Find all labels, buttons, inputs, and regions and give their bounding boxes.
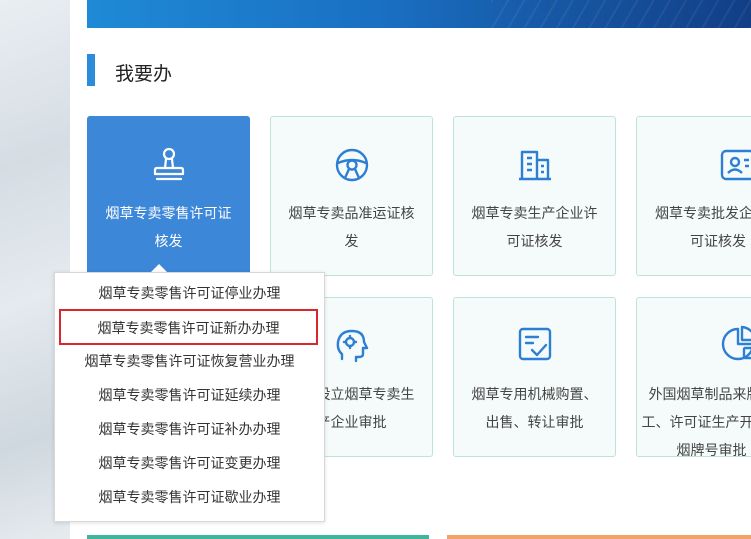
card-label: 烟草专用机械购置、出售、转让审批 — [471, 387, 598, 431]
dropdown-arrow — [151, 264, 167, 272]
pie-chart-icon — [721, 325, 751, 361]
card-retail-license[interactable]: 烟草专卖零售许可证核发 — [87, 116, 250, 276]
submenu-item-change[interactable]: 烟草专卖零售许可证变更办理 — [55, 447, 324, 481]
card-machinery-approval[interactable]: 烟草专用机械购置、出售、转让审批 — [453, 297, 616, 457]
retail-license-submenu: 烟草专卖零售许可证停业办理 烟草专卖零售许可证新办办理 烟草专卖零售许可证恢复营… — [54, 272, 325, 522]
submenu-item-renew[interactable]: 烟草专卖零售许可证延续办理 — [55, 379, 324, 413]
submenu-item-close[interactable]: 烟草专卖零售许可证歇业办理 — [55, 481, 324, 515]
submenu-item-resume[interactable]: 烟草专卖零售许可证恢复营业办理 — [55, 345, 324, 379]
card-label: 烟草专卖品准运证核发 — [288, 206, 415, 250]
submenu-item-suspend[interactable]: 烟草专卖零售许可证停业办理 — [55, 277, 324, 311]
card-wholesale-license[interactable]: 烟草专卖批发企业许可证核发 — [636, 116, 751, 276]
card-label: 烟草专卖零售许可证核发 — [105, 206, 232, 250]
head-settings-icon — [336, 329, 368, 363]
building-icon — [518, 150, 551, 181]
id-card-icon — [720, 149, 751, 181]
section-title: 我要办 — [115, 63, 173, 85]
card-production-license[interactable]: 烟草专卖生产企业许可证核发 — [453, 116, 616, 276]
card-transport-permit[interactable]: 烟草专卖品准运证核发 — [270, 116, 433, 276]
bottom-section-green — [87, 535, 429, 539]
steering-wheel-icon — [335, 148, 368, 182]
submenu-item-new[interactable]: 烟草专卖零售许可证新办办理 — [59, 309, 318, 345]
card-label: 烟草专卖批发企业许可证核发 — [655, 206, 751, 250]
card-label: 烟草专卖生产企业许可证核发 — [471, 206, 598, 250]
card-label: 外国烟草制品来牌加工、许可证生产开发卷烟牌号审批 — [641, 387, 751, 457]
top-banner — [87, 0, 751, 28]
submenu-item-reissue[interactable]: 烟草专卖零售许可证补办办理 — [55, 413, 324, 447]
section-title-marker — [87, 54, 95, 86]
card-foreign-brand-approval[interactable]: 外国烟草制品来牌加工、许可证生产开发卷烟牌号审批 — [636, 297, 751, 457]
checklist-icon — [518, 327, 551, 361]
bottom-section-orange — [447, 535, 751, 539]
stamp-icon — [153, 147, 184, 181]
